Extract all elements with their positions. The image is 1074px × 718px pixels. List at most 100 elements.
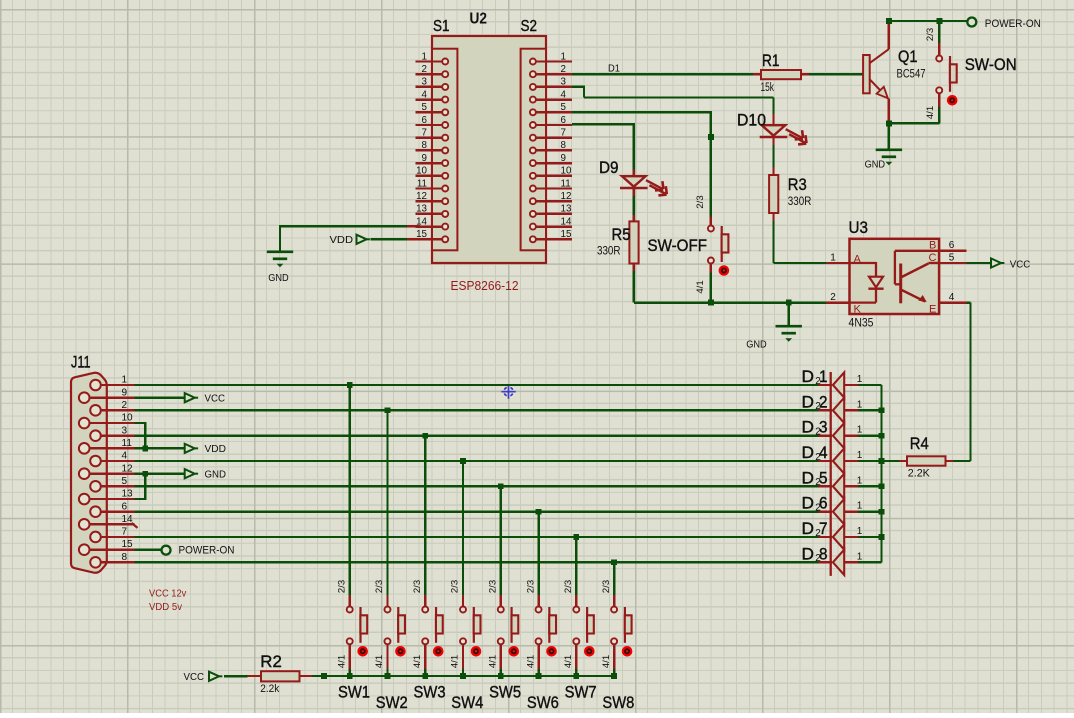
svg-text:SW-OFF: SW-OFF (648, 237, 708, 255)
svg-text:7: 7 (819, 520, 828, 538)
svg-text:GND: GND (865, 159, 886, 170)
svg-text:S2: S2 (521, 18, 538, 35)
svg-text:1: 1 (857, 450, 863, 461)
svg-text:2/3: 2/3 (925, 28, 936, 41)
svg-text:2: 2 (122, 400, 128, 411)
svg-text:9: 9 (422, 153, 427, 164)
svg-text:8: 8 (422, 140, 428, 151)
svg-text:D1: D1 (608, 63, 620, 75)
svg-text:5: 5 (819, 469, 828, 487)
svg-text:D: D (802, 419, 815, 437)
svg-text:GND: GND (205, 468, 227, 480)
svg-text:1: 1 (857, 374, 863, 385)
svg-text:1: 1 (422, 51, 427, 62)
svg-text:5: 5 (561, 102, 567, 113)
svg-text:SW2: SW2 (376, 694, 408, 712)
svg-text:POWER-ON: POWER-ON (179, 545, 235, 557)
svg-text:5: 5 (122, 476, 128, 487)
svg-text:D: D (802, 393, 815, 411)
svg-text:8: 8 (561, 140, 567, 151)
svg-text:BC547: BC547 (897, 67, 926, 81)
svg-text:U3: U3 (849, 219, 869, 237)
svg-text:VCC 12v: VCC 12v (149, 589, 186, 600)
svg-text:SW6: SW6 (527, 694, 559, 712)
svg-text:1: 1 (561, 51, 566, 62)
svg-text:SW-ON: SW-ON (965, 56, 1017, 74)
svg-text:1: 1 (830, 252, 836, 263)
svg-text:1: 1 (122, 375, 128, 386)
svg-text:2/3: 2/3 (374, 580, 385, 593)
svg-text:2/3: 2/3 (563, 580, 574, 593)
svg-text:2/3: 2/3 (487, 580, 498, 593)
svg-text:4: 4 (819, 444, 828, 462)
svg-text:15: 15 (561, 229, 572, 240)
svg-text:2/3: 2/3 (336, 580, 347, 593)
svg-text:R2: R2 (260, 653, 282, 671)
svg-text:U2: U2 (470, 11, 488, 28)
svg-text:330R: 330R (788, 196, 812, 208)
svg-text:2/3: 2/3 (450, 580, 461, 593)
svg-text:5: 5 (422, 102, 428, 113)
svg-text:10: 10 (561, 166, 572, 177)
svg-text:SW4: SW4 (451, 694, 483, 712)
svg-text:VCC: VCC (1010, 258, 1031, 270)
svg-text:R1: R1 (762, 52, 780, 70)
svg-text:14: 14 (561, 216, 572, 227)
svg-text:9: 9 (561, 153, 566, 164)
svg-text:2.2K: 2.2K (908, 468, 931, 480)
svg-text:15k: 15k (761, 82, 775, 94)
svg-text:2.2k: 2.2k (260, 683, 279, 695)
svg-text:3: 3 (561, 77, 567, 88)
svg-text:ESP8266-12: ESP8266-12 (451, 278, 519, 293)
svg-text:4/1: 4/1 (525, 655, 536, 668)
svg-text:D: D (802, 520, 815, 538)
svg-text:VDD: VDD (330, 234, 354, 246)
svg-text:D: D (802, 444, 815, 462)
svg-text:D10: D10 (737, 112, 766, 130)
svg-text:4/1: 4/1 (336, 655, 347, 668)
svg-text:D: D (802, 495, 815, 513)
svg-text:C: C (928, 252, 936, 264)
svg-text:4: 4 (122, 451, 128, 462)
svg-text:D: D (802, 545, 815, 563)
svg-text:SW7: SW7 (565, 683, 597, 701)
svg-text:4/1: 4/1 (925, 106, 936, 119)
svg-text:SW1: SW1 (338, 683, 370, 701)
svg-text:R4: R4 (910, 435, 929, 453)
svg-text:D: D (802, 469, 815, 487)
svg-text:7: 7 (561, 128, 566, 139)
svg-text:VCC: VCC (205, 393, 226, 405)
svg-text:2/3: 2/3 (601, 580, 612, 593)
svg-text:GND: GND (268, 273, 289, 284)
svg-text:1: 1 (857, 501, 863, 512)
svg-text:VDD 5v: VDD 5v (149, 602, 182, 613)
svg-text:1: 1 (857, 526, 863, 537)
svg-text:12: 12 (561, 191, 572, 202)
svg-text:4/1: 4/1 (563, 655, 574, 668)
svg-text:4/1: 4/1 (601, 655, 612, 668)
svg-text:6: 6 (122, 501, 128, 512)
svg-text:9: 9 (122, 387, 128, 398)
svg-text:13: 13 (122, 489, 134, 500)
svg-text:11: 11 (122, 438, 133, 449)
svg-text:B: B (929, 239, 936, 251)
svg-text:6: 6 (949, 240, 955, 251)
svg-text:13: 13 (416, 204, 427, 215)
svg-text:SW8: SW8 (602, 694, 634, 712)
svg-text:3: 3 (422, 77, 428, 88)
svg-text:J11: J11 (71, 354, 91, 372)
svg-text:7: 7 (422, 128, 427, 139)
svg-text:12: 12 (122, 463, 134, 474)
svg-text:4: 4 (949, 292, 955, 303)
svg-text:8: 8 (122, 552, 128, 563)
svg-text:E: E (929, 303, 936, 315)
svg-text:4/1: 4/1 (695, 280, 706, 293)
svg-text:6: 6 (819, 495, 828, 513)
svg-text:6: 6 (561, 115, 567, 126)
svg-text:2/3: 2/3 (412, 580, 423, 593)
svg-text:Q1: Q1 (898, 48, 918, 66)
svg-text:VCC: VCC (184, 671, 205, 683)
svg-text:330R: 330R (597, 246, 621, 258)
svg-text:SW3: SW3 (414, 683, 446, 701)
svg-text:3: 3 (122, 425, 128, 436)
